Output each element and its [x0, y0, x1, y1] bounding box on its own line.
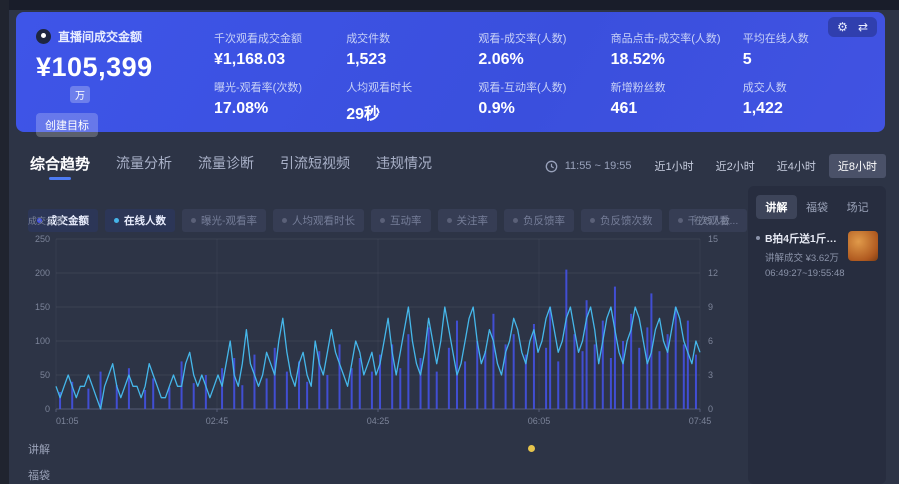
marker-row-label: 讲解: [28, 441, 68, 457]
svg-text:3: 3: [708, 370, 713, 380]
marker-row-lucky-bag: 福袋: [28, 466, 728, 484]
time-zone: 11:55 ~ 19:55 近1小时 近2小时 近4小时 近8小时: [545, 154, 886, 178]
kpi-value: 17.08%: [214, 100, 338, 118]
tab-short-video[interactable]: 引流短视频: [280, 153, 350, 179]
explain-side-panel: 讲解 福袋 场记 B拍4斤送1斤共35-4... 讲解成交 ¥3.62万 06:…: [748, 186, 886, 484]
time-option-2h[interactable]: 近2小时: [707, 154, 764, 178]
svg-text:200: 200: [35, 268, 50, 278]
svg-text:02:45: 02:45: [206, 416, 229, 426]
kpi-label: 新增粉丝数: [611, 79, 735, 95]
kpi-value: 0.9%: [478, 100, 602, 118]
dashboard: 直播间成交金额 ¥105,399 万 创建目标 千次观看成交金额 ¥1,168.0…: [0, 0, 899, 484]
live-room-icon: [36, 29, 51, 44]
kpi-label: 商品点击-成交率(人数): [611, 30, 735, 46]
card-tools: ⚙ ⇄: [828, 17, 877, 37]
time-option-8h[interactable]: 近8小时: [829, 154, 886, 178]
create-goal-button[interactable]: 创建目标: [36, 113, 98, 137]
kpi-cell: 人均观看时长 29秒: [346, 79, 470, 124]
product-title: B拍4斤送1斤共35-4...: [765, 231, 843, 246]
kpi-label: 成交人数: [743, 79, 867, 95]
svg-text:12: 12: [708, 268, 718, 278]
side-tab-lucky-bag[interactable]: 福袋: [797, 195, 838, 219]
svg-text:07:45: 07:45: [689, 416, 712, 426]
svg-text:15: 15: [708, 234, 718, 244]
right-axis-title: 在线人数: [694, 214, 730, 227]
kpi-grid: 千次观看成交金额 ¥1,168.03 成交件数 1,523 观看-成交率(人数) 2.…: [214, 28, 867, 118]
svg-text:04:25: 04:25: [367, 416, 390, 426]
kpi-cell: 成交件数 1,523: [346, 30, 470, 69]
tab-overall-trend[interactable]: 综合趋势: [30, 153, 90, 180]
kpi-value: 1,422: [743, 100, 867, 118]
kpi-label: 曝光-观看率(次数): [214, 79, 338, 95]
kpi-value: 1,523: [346, 51, 470, 69]
trend-chart[interactable]: 250 15 200 12 150 9 100 6 50 3 0 0 01:05 02:45 04:25 06…: [16, 227, 738, 439]
kpi-label: 观看-成交率(人数): [478, 30, 602, 46]
kpi-value: ¥1,168.03: [214, 51, 338, 69]
kpi-label: 观看-互动率(人数): [478, 79, 602, 95]
side-tab-explain[interactable]: 讲解: [756, 195, 797, 219]
marker-track[interactable]: [68, 440, 728, 458]
kpi-cell: 观看-互动率(人数) 0.9%: [478, 79, 602, 124]
kpi-summary-card: 直播间成交金额 ¥105,399 万 创建目标 千次观看成交金额 ¥1,168.0…: [16, 12, 885, 132]
kpi-value: 2.06%: [478, 51, 602, 69]
svg-text:9: 9: [708, 302, 713, 312]
svg-text:100: 100: [35, 336, 50, 346]
primary-metric-value: ¥105,399: [36, 52, 214, 83]
marker-track[interactable]: [68, 466, 728, 484]
kpi-value: 29秒: [346, 100, 470, 124]
svg-text:150: 150: [35, 302, 50, 312]
product-thumbnail: [848, 231, 878, 261]
svg-text:250: 250: [35, 234, 50, 244]
event-dot[interactable]: [528, 445, 535, 452]
explain-time-range: 06:49:27~19:55:48: [765, 268, 843, 279]
side-tab-log[interactable]: 场记: [837, 195, 878, 219]
tab-violations[interactable]: 违规情况: [376, 153, 432, 179]
kpi-cell: 千次观看成交金额 ¥1,168.03: [214, 30, 338, 69]
clock-icon: [545, 160, 558, 173]
marker-row-explain: 讲解: [28, 440, 728, 458]
bullet-icon: [756, 236, 760, 240]
svg-text:6: 6: [708, 336, 713, 346]
side-tabs: 讲解 福袋 场记: [756, 195, 878, 219]
explain-deal-amount: 讲解成交 ¥3.62万: [765, 250, 843, 264]
kpi-label: 成交件数: [346, 30, 470, 46]
swap-icon[interactable]: ⇄: [858, 20, 868, 34]
time-range-label: 11:55 ~ 19:55: [565, 160, 632, 172]
tab-traffic-diagnosis[interactable]: 流量诊断: [198, 153, 254, 179]
marker-row-label: 福袋: [28, 467, 68, 483]
svg-text:06:05: 06:05: [528, 416, 551, 426]
kpi-cell: 观看-成交率(人数) 2.06%: [478, 30, 602, 69]
time-option-1h[interactable]: 近1小时: [646, 154, 703, 178]
kpi-value: 18.52%: [611, 51, 735, 69]
kpi-value: 461: [611, 100, 735, 118]
kpi-cell: 新增粉丝数 461: [611, 79, 735, 124]
kpi-cell: 商品点击-成交率(人数) 18.52%: [611, 30, 735, 69]
time-option-4h[interactable]: 近4小时: [768, 154, 825, 178]
kpi-label: 千次观看成交金额: [214, 30, 338, 46]
kpi-cell: 成交人数 1,422: [743, 79, 867, 124]
primary-metric-label: 直播间成交金额: [58, 28, 142, 45]
tab-traffic-analysis[interactable]: 流量分析: [116, 153, 172, 179]
primary-metric: 直播间成交金额 ¥105,399 万 创建目标: [36, 28, 214, 118]
tabs-row: 综合趋势 流量分析 流量诊断 引流短视频 违规情况 11:55 ~ 19:55 …: [30, 150, 886, 182]
kpi-value: 5: [743, 51, 867, 69]
svg-text:01:05: 01:05: [56, 416, 79, 426]
svg-text:0: 0: [45, 404, 50, 414]
svg-text:0: 0: [708, 404, 713, 414]
left-edge: [0, 0, 9, 484]
svg-text:50: 50: [40, 370, 50, 380]
gear-icon[interactable]: ⚙: [837, 20, 848, 34]
left-axis-title: 成交金额: [28, 214, 64, 227]
explain-list-item[interactable]: B拍4斤送1斤共35-4... 讲解成交 ¥3.62万 06:49:27~19:…: [756, 231, 878, 279]
kpi-cell: 曝光-观看率(次数) 17.08%: [214, 79, 338, 124]
trend-chart-wrap: 成交金额 在线人数 250 15 200 12 150 9 100 6 50 3 0 0 01:05 02…: [16, 214, 738, 439]
top-edge: [0, 0, 899, 10]
kpi-label: 人均观看时长: [346, 79, 470, 95]
unit-badge: 万: [70, 86, 90, 103]
